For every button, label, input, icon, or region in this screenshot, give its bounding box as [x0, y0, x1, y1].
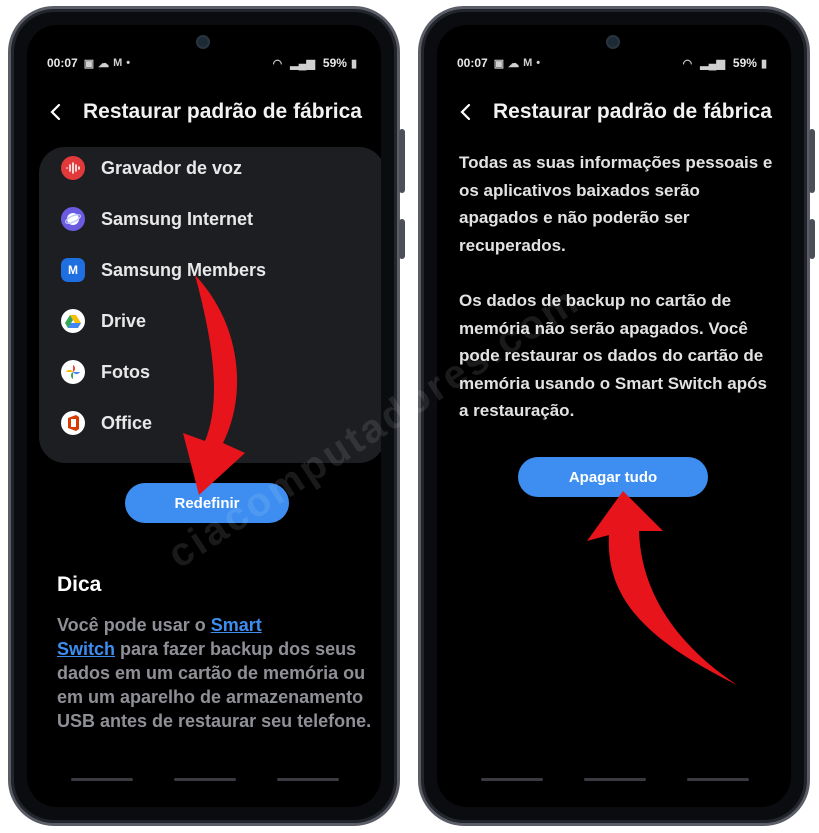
- nav-back[interactable]: [277, 778, 339, 781]
- status-bar: 00:07 ▣ ☁ M • ◠ ▂▄▆ 59% ▮: [47, 55, 361, 71]
- power-button: [809, 219, 815, 259]
- list-item: Office: [61, 408, 152, 438]
- status-time: 00:07: [457, 56, 488, 70]
- power-button: [399, 219, 405, 259]
- status-bar: 00:07 ▣ ☁ M • ◠ ▂▄▆ 59% ▮: [457, 55, 771, 71]
- list-item: Fotos: [61, 357, 150, 387]
- samsung-members-icon: M: [61, 258, 85, 282]
- cloud-icon: ☁: [508, 57, 520, 70]
- front-camera: [606, 35, 620, 49]
- app-label: Gravador de voz: [101, 157, 243, 178]
- back-arrow-icon[interactable]: [459, 103, 477, 121]
- mail-icon: M: [113, 57, 123, 69]
- nav-recent[interactable]: [481, 778, 543, 781]
- nav-recent[interactable]: [71, 778, 133, 781]
- app-label: Samsung Members: [101, 259, 267, 280]
- screen-right: 00:07 ▣ ☁ M • ◠ ▂▄▆ 59% ▮ Restaurar padr…: [437, 25, 791, 807]
- tip-text: Você pode usar o Smart Switch para fazer …: [57, 613, 377, 733]
- app-label: Drive: [101, 310, 147, 331]
- page-title: Restaurar padrão de fábrica: [493, 100, 772, 123]
- phone-right: 00:07 ▣ ☁ M • ◠ ▂▄▆ 59% ▮ Restaurar padr…: [418, 6, 815, 826]
- tip-title: Dica: [57, 573, 102, 596]
- signal-icon: ▂▄▆: [700, 57, 725, 70]
- volume-button: [809, 129, 815, 193]
- screen-left: 00:07 ▣ ☁ M • ◠ ▂▄▆ 59% ▮ Restaurar padr…: [27, 25, 381, 807]
- battery-icon: ▮: [760, 57, 767, 70]
- list-item: Gravador de voz: [61, 153, 242, 183]
- reset-button[interactable]: Redefinir: [125, 483, 289, 523]
- list-item: Samsung Internet: [61, 204, 253, 234]
- gallery-icon: ▣: [493, 57, 505, 70]
- wifi-icon: ◠: [682, 57, 693, 70]
- gallery-icon: ▣: [83, 57, 95, 70]
- page-header: Restaurar padrão de fábrica: [49, 97, 362, 127]
- cloud-icon: ☁: [98, 57, 110, 70]
- app-label: Office: [101, 412, 153, 433]
- nav-back[interactable]: [687, 778, 749, 781]
- app-label: Fotos: [101, 361, 150, 382]
- battery-percent: 59%: [732, 56, 757, 70]
- page-header: Restaurar padrão de fábrica: [459, 97, 772, 127]
- smart-switch-link[interactable]: Smart: [211, 615, 262, 635]
- nav-home[interactable]: [584, 778, 646, 781]
- signal-icon: ▂▄▆: [290, 57, 315, 70]
- battery-percent: 59%: [322, 56, 347, 70]
- warning-paragraph-1: Todas as suas informações pessoais e os …: [459, 153, 773, 255]
- battery-icon: ▮: [350, 57, 357, 70]
- page-title: Restaurar padrão de fábrica: [83, 100, 362, 123]
- drive-icon: [61, 309, 85, 333]
- status-time: 00:07: [47, 56, 78, 70]
- voice-recorder-icon: [61, 156, 85, 180]
- phone-left: 00:07 ▣ ☁ M • ◠ ▂▄▆ 59% ▮ Restaurar padr…: [8, 6, 405, 826]
- nav-bar: [481, 778, 749, 781]
- dot-icon: •: [536, 57, 541, 69]
- list-item: M Samsung Members: [61, 255, 266, 285]
- front-camera: [196, 35, 210, 49]
- wifi-icon: ◠: [272, 57, 283, 70]
- mail-icon: M: [523, 57, 533, 69]
- app-list-card: Gravador de voz Samsung Internet M Samsu…: [39, 147, 381, 463]
- tip-text-before: Você pode usar o: [57, 615, 211, 635]
- erase-all-button[interactable]: Apagar tudo: [518, 457, 708, 497]
- dot-icon: •: [126, 57, 131, 69]
- app-label: Samsung Internet: [101, 208, 254, 229]
- photos-icon: [61, 360, 85, 384]
- list-item: Drive: [61, 306, 146, 336]
- back-arrow-icon[interactable]: [49, 103, 67, 121]
- office-icon: [61, 411, 85, 435]
- volume-button: [399, 129, 405, 193]
- smart-switch-link-2[interactable]: Switch: [57, 639, 115, 659]
- nav-bar: [71, 778, 339, 781]
- samsung-internet-icon: [61, 207, 85, 231]
- warning-paragraph-2: Os dados de backup no cartão de memória …: [459, 291, 767, 420]
- nav-home[interactable]: [174, 778, 236, 781]
